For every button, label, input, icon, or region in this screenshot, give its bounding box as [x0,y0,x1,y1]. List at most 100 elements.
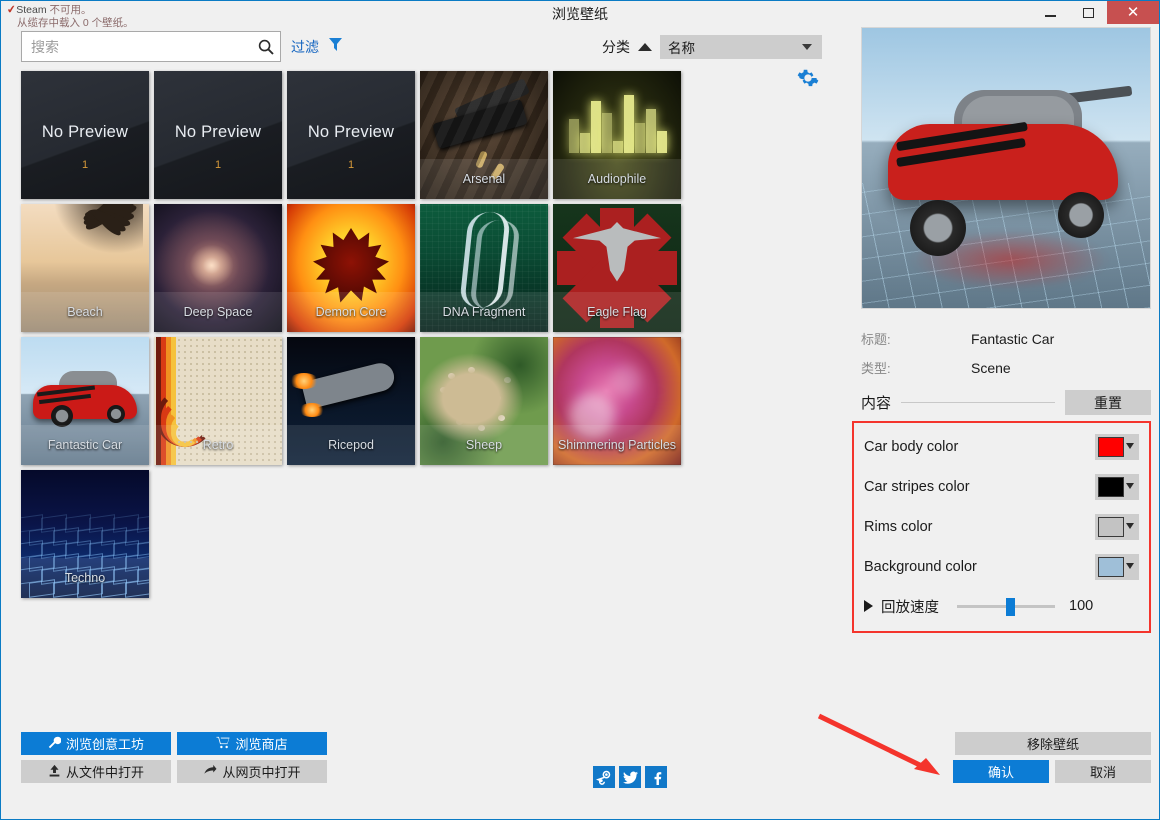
tile-caption: Deep Space [154,292,282,332]
tile-caption: Shimmering Particles [553,425,681,465]
wallpaper-tile[interactable]: Audiophile [553,71,681,199]
window-title: 浏览壁纸 [1,4,1159,24]
wallpaper-tile[interactable]: Demon Core [287,204,415,332]
maximize-icon [1083,8,1094,18]
metadata-row-type: 类型: Scene [861,353,1151,382]
content-section-header: 内容 重置 [861,390,1151,415]
tile-no-preview-text: No Preview [287,123,415,142]
search-icon[interactable] [252,39,280,55]
sort-ascending-icon[interactable] [638,43,652,51]
browse-wallpapers-window: 浏览壁纸 ✕ ✔Steam 不可用。 从缆存中载入 0 个壁纸。 [0,0,1160,820]
remove-wallpaper-button[interactable]: 移除壁纸 [955,732,1151,755]
color-picker-button[interactable] [1095,554,1139,580]
footer-left-actions: 浏览创意工坊 浏览商店 从文件中打开 从网页中打开 [21,732,341,788]
footer-row-1: 浏览创意工坊 浏览商店 [21,732,341,755]
sort-selected-value: 名称 [668,37,695,57]
tile-no-preview-text: No Preview [154,123,282,142]
tile-caption: Retro [154,425,282,465]
wallpaper-grid: No Preview1No Preview1No Preview1 Arsena… [21,71,831,603]
browse-store-button[interactable]: 浏览商店 [177,732,327,755]
color-picker-button[interactable] [1095,514,1139,540]
sort-label: 分类 [602,37,630,57]
sort-select[interactable]: 名称 [660,35,822,59]
color-picker-button[interactable] [1095,474,1139,500]
title-bar: 浏览壁纸 ✕ [1,1,1159,24]
footer-row-2: 从文件中打开 从网页中打开 [21,760,341,783]
wallpaper-tile[interactable]: Shimmering Particles [553,337,681,465]
status-steam-word: Steam [16,4,46,16]
playback-speed-value: 100 [1069,598,1093,614]
tile-caption: Arsenal [420,159,548,199]
open-from-file-label: 从文件中打开 [66,762,144,781]
filter-icon[interactable] [328,37,343,57]
maximize-button[interactable] [1069,1,1107,24]
social-links [593,766,667,788]
wallpaper-tile[interactable]: Ricepod [287,337,415,465]
wallpaper-tile[interactable]: Sheep [420,337,548,465]
cart-icon [216,736,230,752]
wallpaper-tile[interactable]: Fantastic Car [21,337,149,465]
minimize-button[interactable] [1031,1,1069,24]
wallpaper-tile[interactable]: No Preview 1 [154,71,282,199]
sort-controls: 分类 名称 [602,35,822,59]
wallpaper-preview [861,27,1151,309]
playback-speed-label: 回放速度 [881,596,939,617]
arrow-right-icon [203,764,217,780]
wrench-icon [48,736,61,752]
browse-workshop-button[interactable]: 浏览创意工坊 [21,732,171,755]
filter-button[interactable]: 过滤 [291,37,319,57]
window-controls: ✕ [1031,1,1159,24]
wallpaper-tile[interactable]: Deep Space [154,204,282,332]
tile-caption: Demon Core [287,292,415,332]
title-key: 标题: [861,329,971,348]
wallpaper-tile[interactable]: DNA Fragment [420,204,548,332]
chevron-down-icon [1126,483,1134,489]
property-row: Car stripes color [864,467,1139,507]
wallpaper-tile[interactable]: Retro [154,337,282,465]
color-swatch [1098,437,1124,457]
playback-speed-row: 回放速度 100 [864,587,1139,625]
wallpaper-tile[interactable]: Arsenal [420,71,548,199]
wallpaper-tile[interactable]: Beach [21,204,149,332]
slider-knob[interactable] [1006,598,1015,616]
wallpaper-tile[interactable]: No Preview 1 [287,71,415,199]
wallpaper-tile[interactable]: Techno [21,470,149,598]
property-row: Background color [864,547,1139,587]
search-box[interactable] [21,31,281,62]
footer-right-row-1: 移除壁纸 [851,732,1151,755]
tile-caption: DNA Fragment [420,292,548,332]
wallpaper-metadata: 标题: Fantastic Car 类型: Scene [851,324,1151,382]
upload-icon [48,764,61,780]
wallpaper-tile[interactable]: No Preview1 [21,71,149,199]
twitter-icon[interactable] [619,766,641,788]
confirm-button[interactable]: 确认 [953,760,1049,783]
steam-icon[interactable] [593,766,615,788]
status-steam-suffix: 不可用。 [50,4,92,16]
color-picker-button[interactable] [1095,434,1139,460]
facebook-icon[interactable] [645,766,667,788]
footer-right-actions: 移除壁纸 确认 取消 [851,732,1151,788]
chevron-down-icon [1126,523,1134,529]
preview-car-rear-wheel [1058,192,1104,238]
wallpaper-tile[interactable]: Eagle Flag [553,204,681,332]
check-icon: ✔ [6,3,17,17]
playback-speed-slider[interactable] [957,598,1055,614]
tile-caption: Eagle Flag [553,292,681,332]
open-from-web-label: 从网页中打开 [222,762,300,781]
tile-count: 1 [21,159,149,171]
tile-count: 1 [154,159,282,171]
close-button[interactable]: ✕ [1107,1,1159,24]
reset-button[interactable]: 重置 [1065,390,1151,415]
steam-status: ✔Steam 不可用。 从缆存中载入 0 个壁纸。 [7,4,134,30]
status-line-1: ✔Steam 不可用。 [7,4,134,17]
search-input[interactable] [22,33,252,61]
browse-store-label: 浏览商店 [235,734,287,753]
metadata-row-title: 标题: Fantastic Car [861,324,1151,353]
details-panel: 标题: Fantastic Car 类型: Scene 内容 重置 Car bo… [851,27,1151,633]
triangle-right-icon[interactable] [864,600,873,612]
chevron-down-icon [1126,443,1134,449]
cancel-button[interactable]: 取消 [1055,760,1151,783]
open-from-web-button[interactable]: 从网页中打开 [177,760,327,783]
open-from-file-button[interactable]: 从文件中打开 [21,760,171,783]
tile-count: 1 [287,159,415,171]
